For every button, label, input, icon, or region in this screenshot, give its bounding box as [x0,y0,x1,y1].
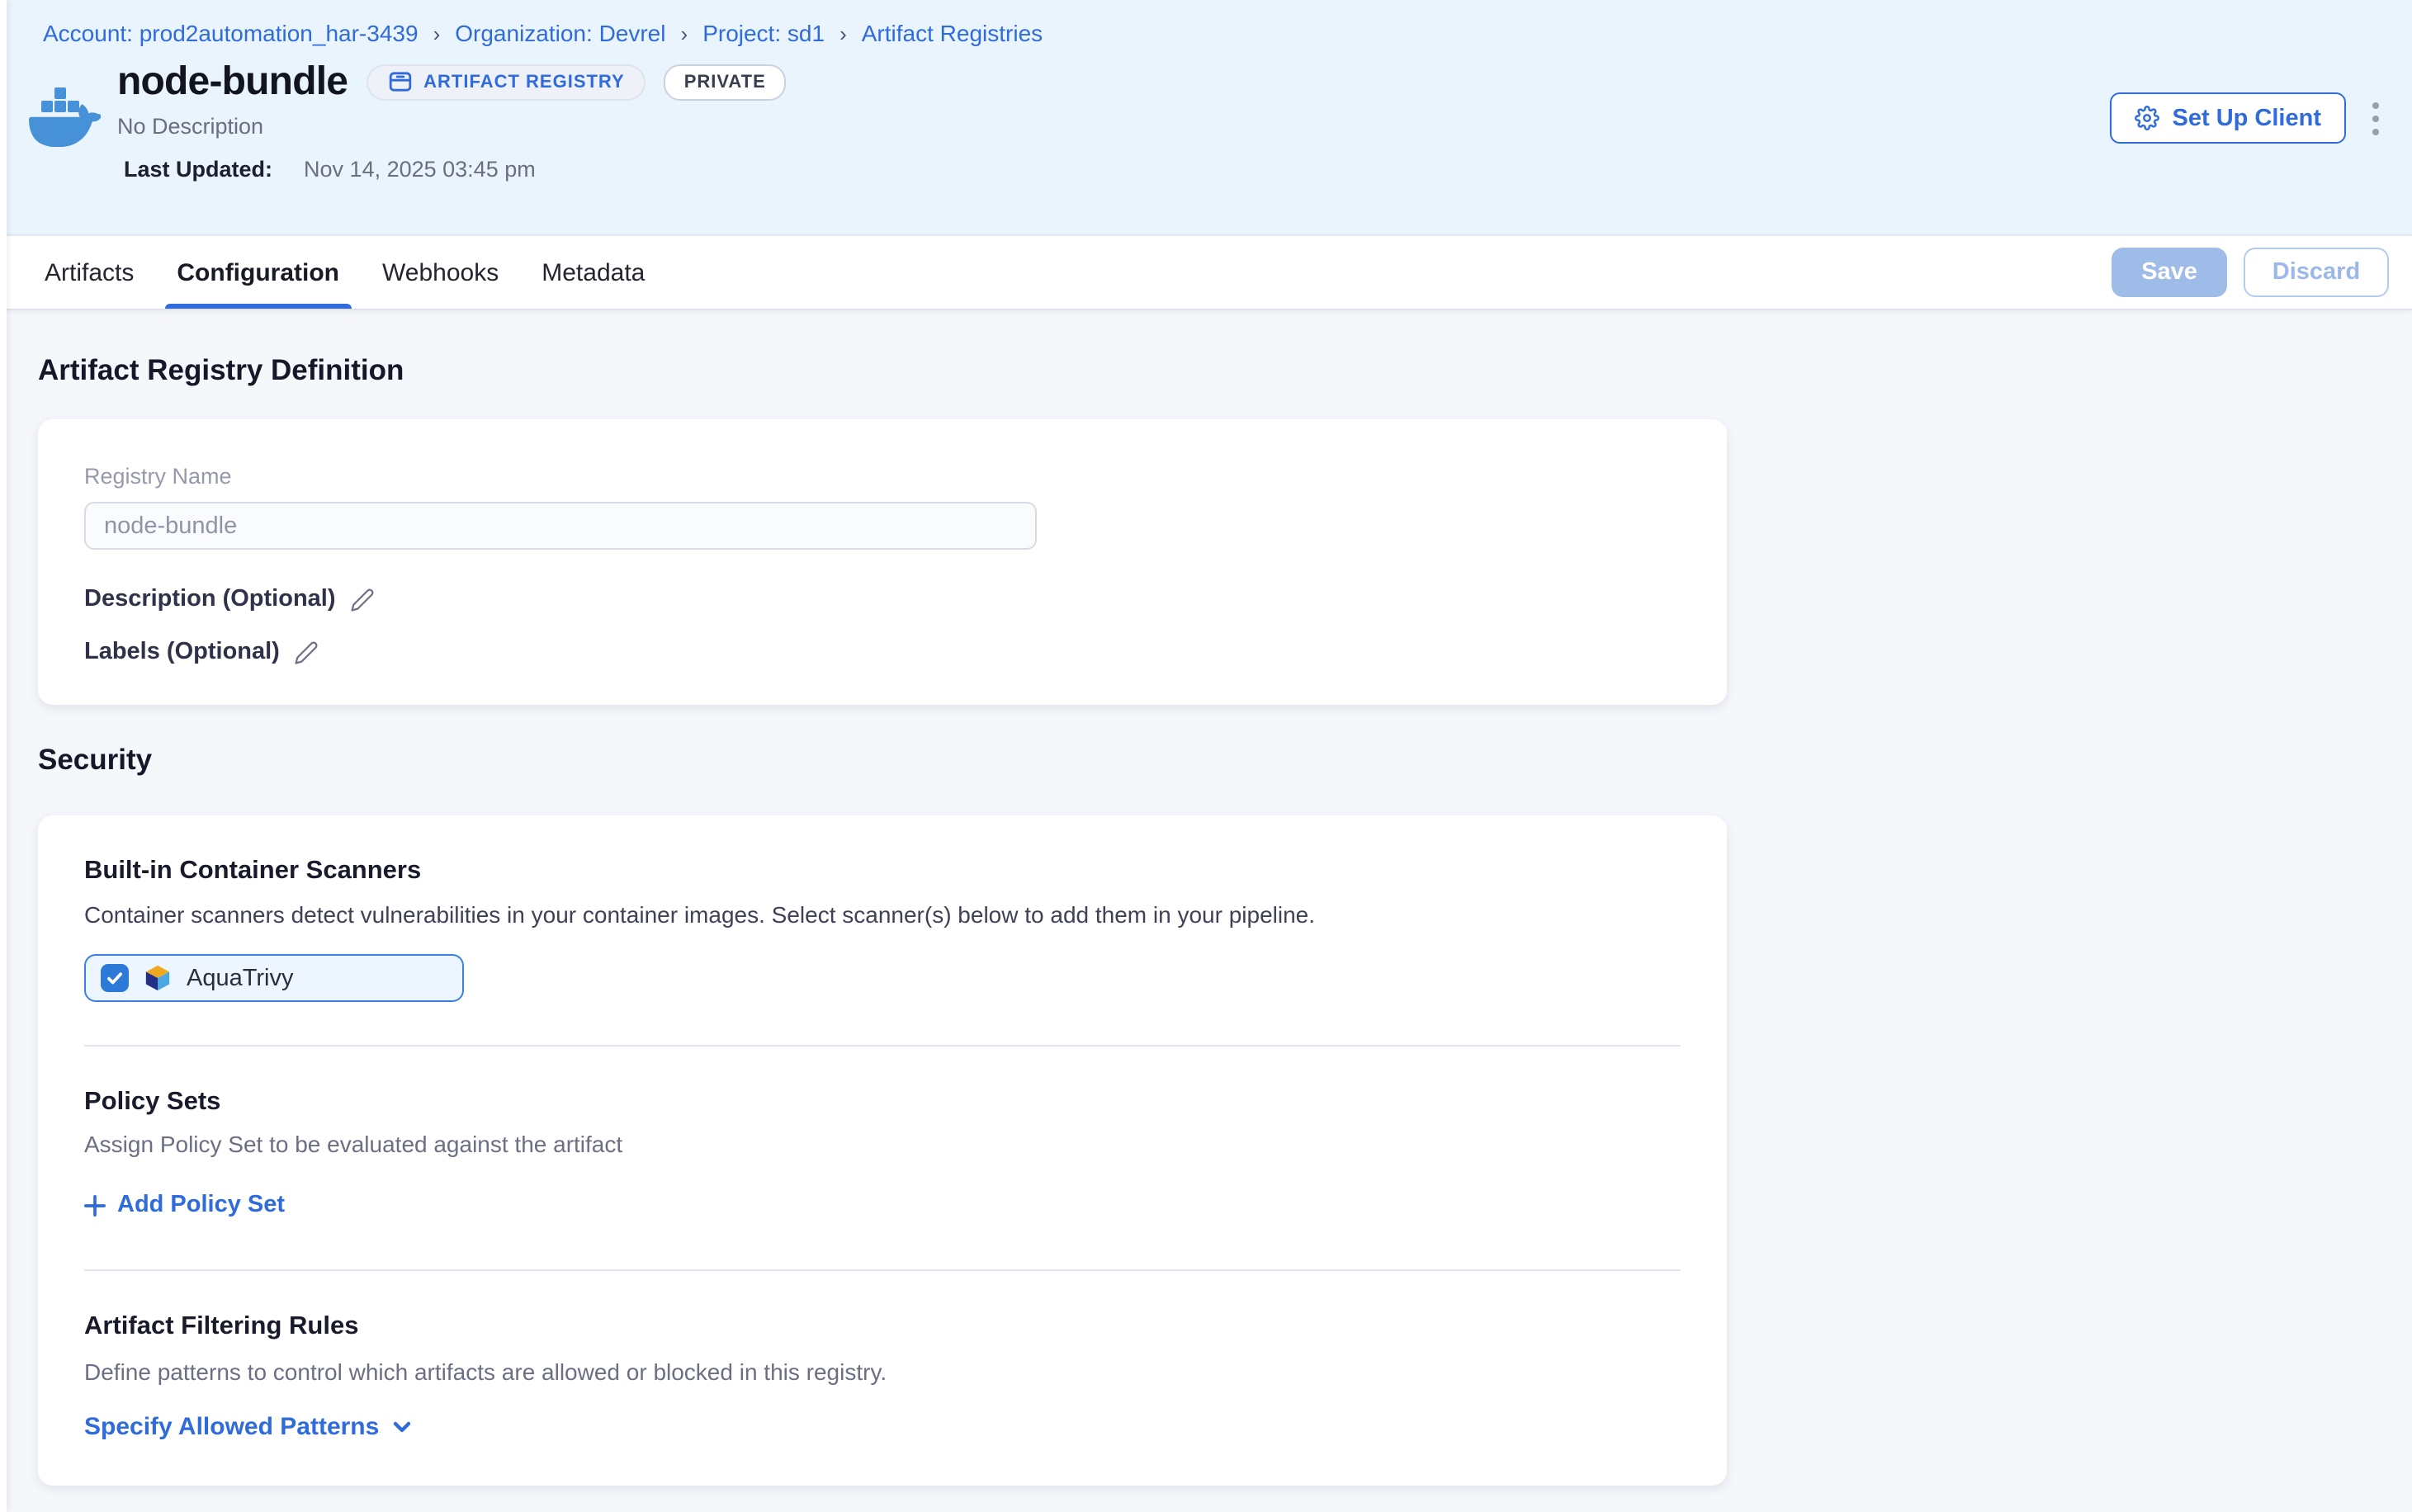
tab-metadata[interactable]: Metadata [520,236,666,309]
policy-sets-title: Policy Sets [84,1088,1681,1117]
breadcrumb-account[interactable]: Account: prod2automation_har-3439 [43,20,419,46]
discard-button[interactable]: Discard [2244,248,2389,297]
container-scanners-title: Built-in Container Scanners [84,857,1681,886]
trivy-cube-icon [144,964,172,992]
set-up-client-button[interactable]: Set Up Client [2110,92,2346,144]
last-updated-label: Last Updated: [124,157,272,182]
artifact-registry-badge-label: ARTIFACT REGISTRY [423,72,625,92]
labels-field-row: Labels (Optional) [84,639,1681,665]
policy-sets-description: Assign Policy Set to be evaluated agains… [84,1131,1681,1157]
last-updated-row: Last Updated: Nov 14, 2025 03:45 pm [117,157,786,182]
page-title: node-bundle [117,61,348,102]
section-divider [84,1045,1681,1047]
last-updated-value: Nov 14, 2025 03:45 pm [304,157,536,182]
breadcrumb-project[interactable]: Project: sd1 [702,20,825,46]
header-info: node-bundle ARTIFACT REGISTRY PRIVATE No… [117,61,786,182]
breadcrumb-organization[interactable]: Organization: Devrel [455,20,665,46]
save-button[interactable]: Save [2112,248,2227,297]
tab-webhooks[interactable]: Webhooks [361,236,520,309]
section-divider [84,1269,1681,1270]
definition-card: Registry Name Description (Optional) Lab… [38,419,1727,705]
tab-configuration[interactable]: Configuration [155,236,361,309]
container-scanners-description: Container scanners detect vulnerabilitie… [84,901,1681,928]
breadcrumb-artifact-registries[interactable]: Artifact Registries [862,20,1043,46]
registry-description: No Description [117,114,786,139]
artifact-registry-badge: ARTIFACT REGISTRY [366,64,646,100]
security-card: Built-in Container Scanners Container sc… [38,815,1727,1485]
docker-whale-icon [28,87,101,182]
left-nav-edge [0,0,7,1512]
registry-name-label: Registry Name [84,464,1681,489]
registry-name-input[interactable] [84,502,1037,550]
aquatrivy-label: AquaTrivy [187,965,293,991]
filtering-rules-description: Define patterns to control which artifac… [84,1358,1681,1384]
section-title-definition: Artifact Registry Definition [38,310,2412,388]
specify-allowed-patterns-toggle[interactable]: Specify Allowed Patterns [84,1412,412,1440]
aquatrivy-checkbox[interactable] [101,964,129,992]
aquatrivy-scanner-option[interactable]: AquaTrivy [84,954,464,1002]
breadcrumb: Account: prod2automation_har-3439 › Orga… [43,20,2379,46]
gear-icon [2135,106,2159,130]
filtering-rules-title: Artifact Filtering Rules [84,1311,1681,1341]
description-optional-label: Description (Optional) [84,586,336,612]
configuration-content: Artifact Registry Definition Registry Na… [0,310,2412,1485]
labels-optional-label: Labels (Optional) [84,639,280,665]
chevron-down-icon [390,1415,412,1437]
breadcrumb-separator-icon: › [839,21,847,45]
private-badge: PRIVATE [664,64,786,100]
add-policy-set-button[interactable]: Add Policy Set [84,1192,285,1218]
plus-icon [84,1194,106,1216]
archive-box-icon [387,69,412,94]
more-options-button[interactable] [2362,93,2389,143]
checkmark-icon [106,969,124,987]
edit-description-icon[interactable] [351,588,376,612]
section-title-security: Security [38,743,2412,777]
edit-labels-icon[interactable] [295,640,319,665]
add-policy-set-label: Add Policy Set [117,1192,285,1218]
breadcrumb-separator-icon: › [681,21,688,45]
set-up-client-label: Set Up Client [2173,105,2321,131]
specify-allowed-patterns-label: Specify Allowed Patterns [84,1412,379,1440]
tab-bar: Artifacts Configuration Webhooks Metadat… [0,234,2412,310]
description-field-row: Description (Optional) [84,586,1681,612]
artifact-registry-page: Account: prod2automation_har-3439 › Orga… [0,0,2412,1512]
registry-header: Account: prod2automation_har-3439 › Orga… [0,0,2412,234]
tab-artifacts[interactable]: Artifacts [23,236,155,309]
breadcrumb-separator-icon: › [433,21,441,45]
